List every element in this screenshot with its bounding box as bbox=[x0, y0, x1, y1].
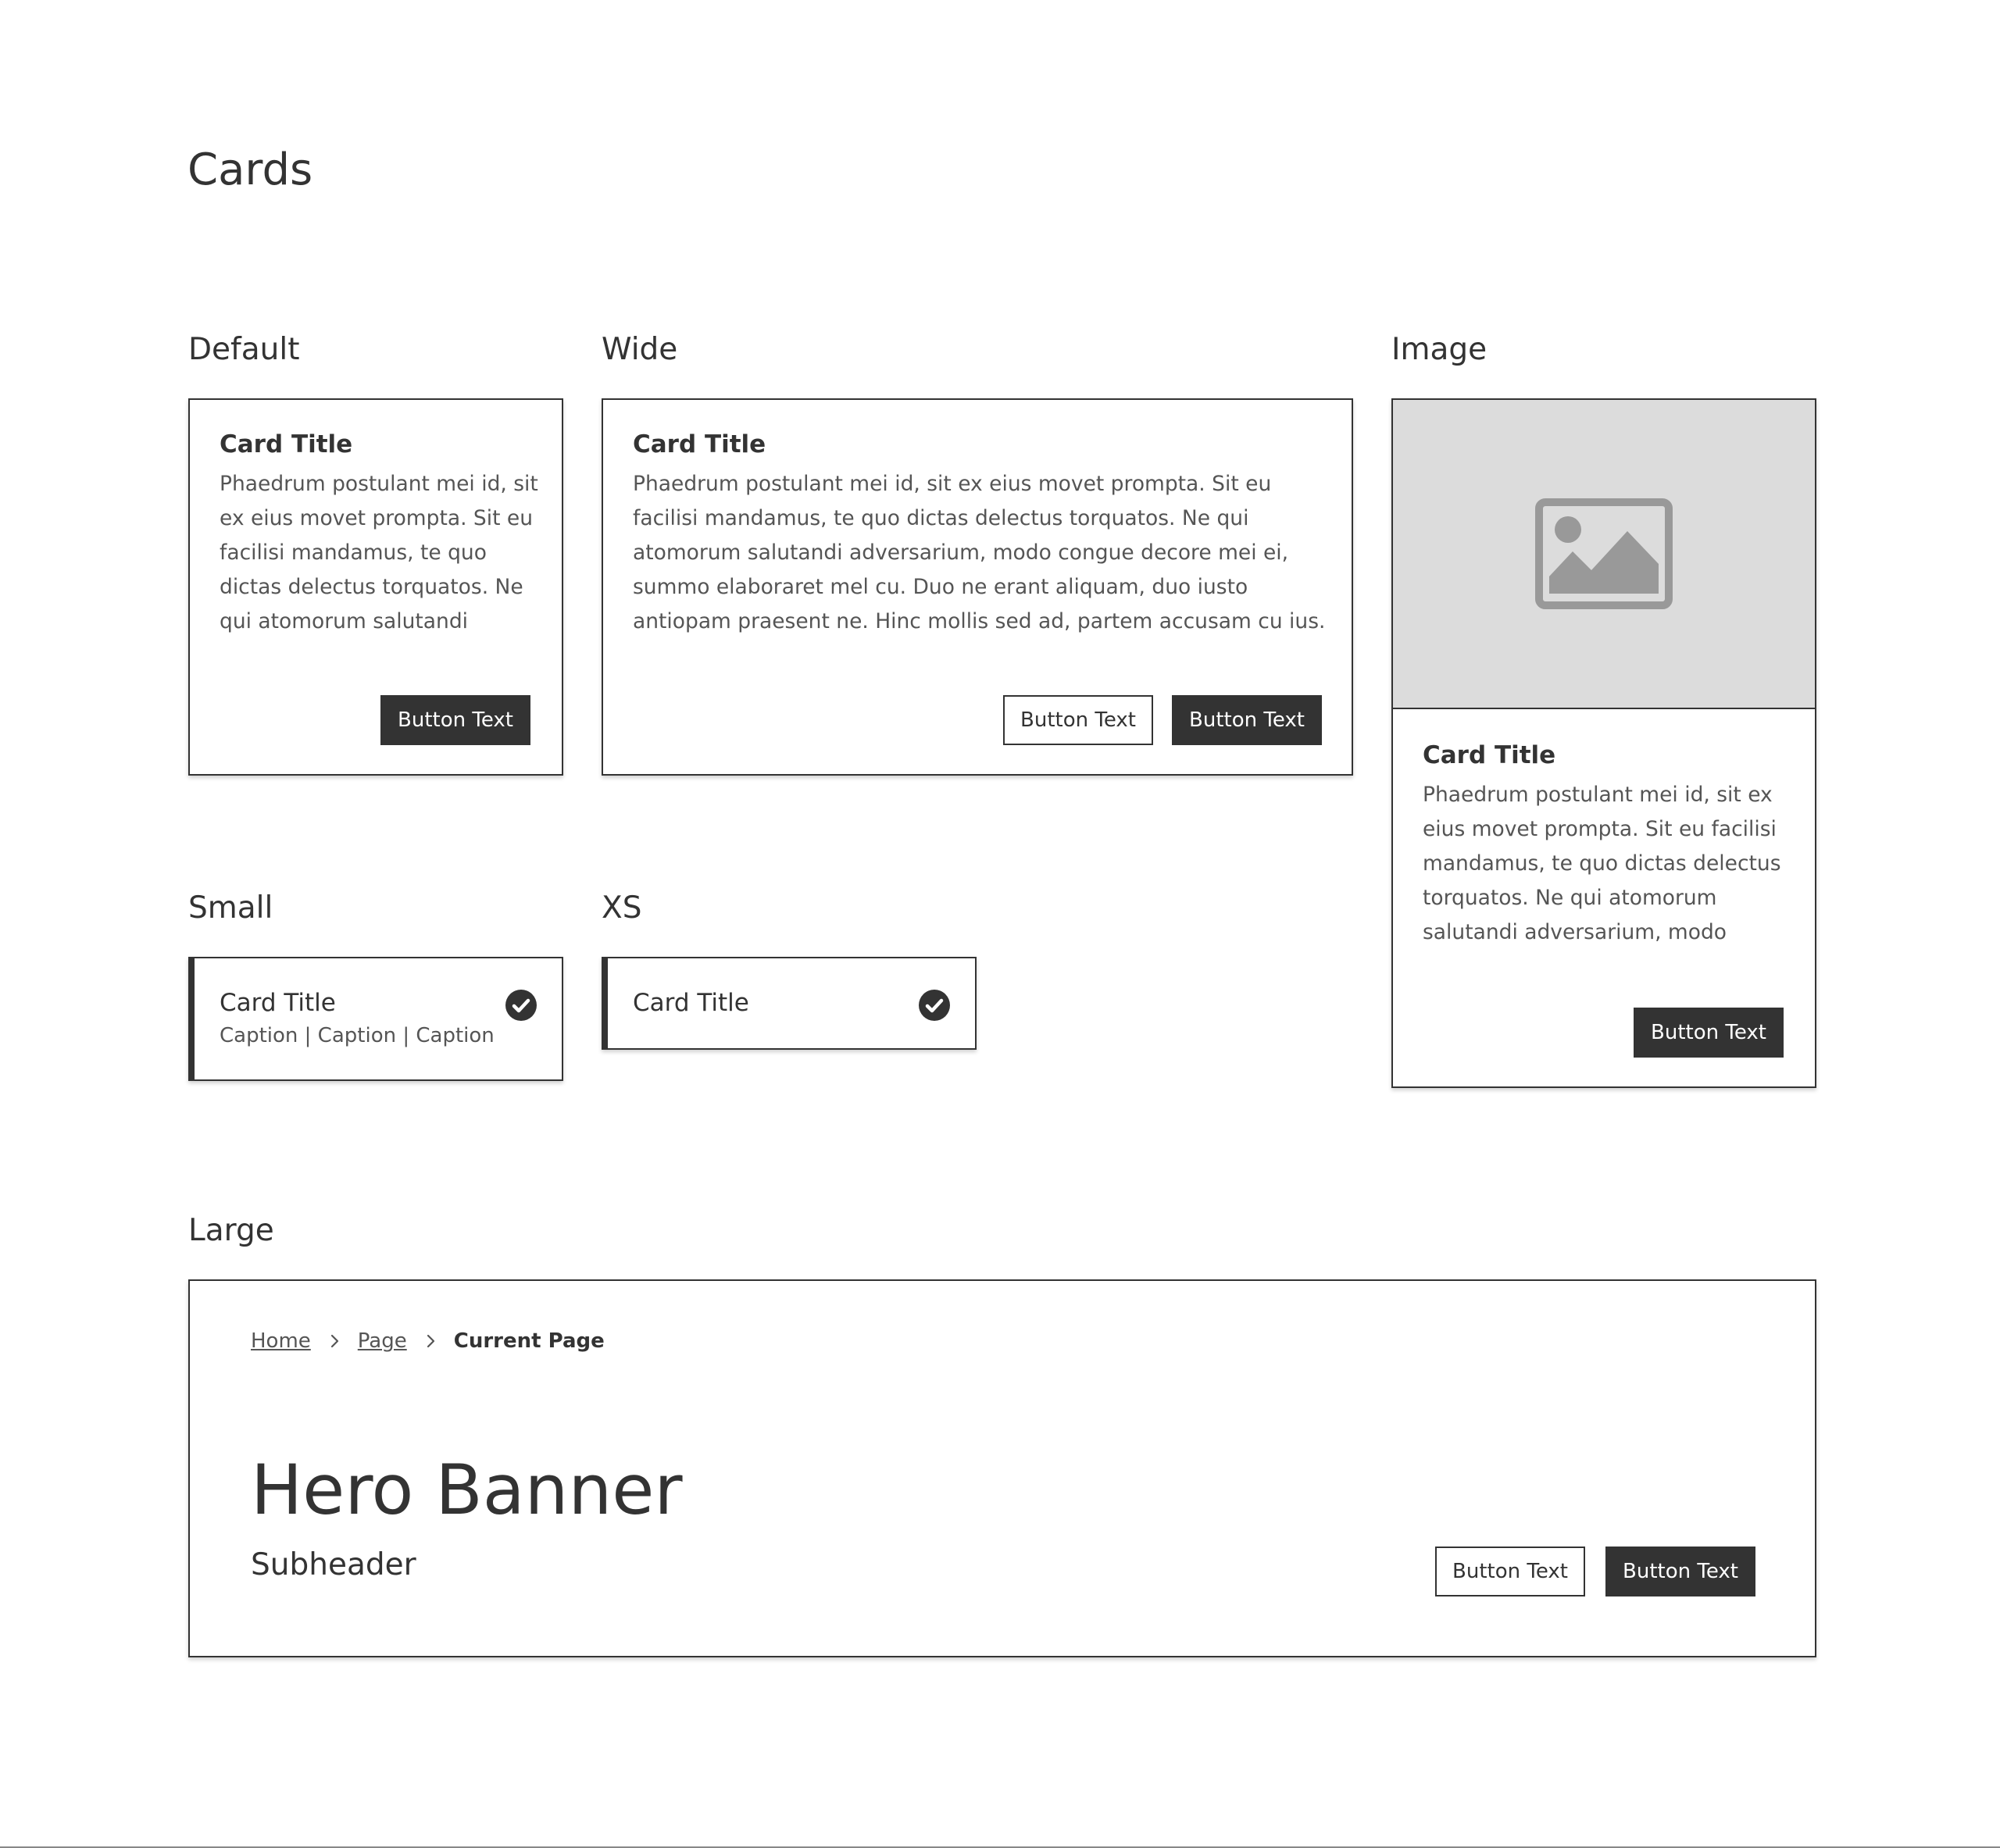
card-body: Phaedrum postulant mei id, sit ex eius m… bbox=[1423, 783, 1781, 944]
large-card: Home Page Current Page Hero Banner Subhe… bbox=[188, 1279, 1816, 1657]
xs-card[interactable]: Card Title bbox=[602, 957, 977, 1050]
chevron-right-icon bbox=[427, 1334, 434, 1348]
card-body: Phaedrum postulant mei id, sit ex eius m… bbox=[220, 472, 538, 633]
card-image bbox=[1393, 400, 1815, 709]
section-label-large: Large bbox=[188, 1213, 274, 1248]
breadcrumb-page-link[interactable]: Page bbox=[358, 1329, 407, 1353]
small-card-title: Card Title bbox=[220, 989, 336, 1017]
image-card: Card Title Phaedrum postulant mei id, si… bbox=[1391, 398, 1816, 1088]
large-card-secondary-button[interactable]: Button Text bbox=[1435, 1547, 1585, 1596]
image-placeholder-icon bbox=[1535, 498, 1673, 609]
default-card: Card Title Phaedrum postulant mei id, si… bbox=[188, 398, 563, 776]
breadcrumb-current-page: Current Page bbox=[453, 1329, 605, 1353]
wide-card: Card Title Phaedrum postulant mei id, si… bbox=[602, 398, 1353, 776]
section-label-xs: XS bbox=[602, 890, 642, 926]
hero-subheader: Subheader bbox=[251, 1547, 416, 1582]
section-label-wide: Wide bbox=[602, 332, 678, 367]
chevron-right-icon bbox=[330, 1334, 338, 1348]
image-card-primary-button[interactable]: Button Text bbox=[1634, 1008, 1784, 1058]
small-card-caption: Caption | Caption | Caption bbox=[220, 1024, 495, 1047]
small-card[interactable]: Card Title Caption | Caption | Caption bbox=[188, 957, 563, 1081]
section-label-default: Default bbox=[188, 332, 300, 367]
default-card-primary-button[interactable]: Button Text bbox=[380, 695, 530, 745]
check-circle-icon bbox=[505, 990, 537, 1021]
card-body: Phaedrum postulant mei id, sit ex eius m… bbox=[633, 472, 1326, 633]
wide-card-primary-button[interactable]: Button Text bbox=[1172, 695, 1322, 745]
card-title: Card Title bbox=[220, 430, 353, 458]
hero-title: Hero Banner bbox=[251, 1450, 683, 1530]
wide-card-secondary-button[interactable]: Button Text bbox=[1003, 695, 1153, 745]
large-card-primary-button[interactable]: Button Text bbox=[1605, 1547, 1755, 1596]
section-label-small: Small bbox=[188, 890, 273, 926]
page-title: Cards bbox=[188, 144, 313, 195]
card-title: Card Title bbox=[1423, 741, 1556, 769]
check-circle-icon bbox=[919, 990, 950, 1021]
card-title: Card Title bbox=[633, 430, 766, 458]
xs-card-title: Card Title bbox=[633, 989, 749, 1017]
breadcrumb: Home Page Current Page bbox=[251, 1329, 605, 1353]
breadcrumb-home-link[interactable]: Home bbox=[251, 1329, 311, 1353]
section-label-image: Image bbox=[1391, 332, 1488, 367]
